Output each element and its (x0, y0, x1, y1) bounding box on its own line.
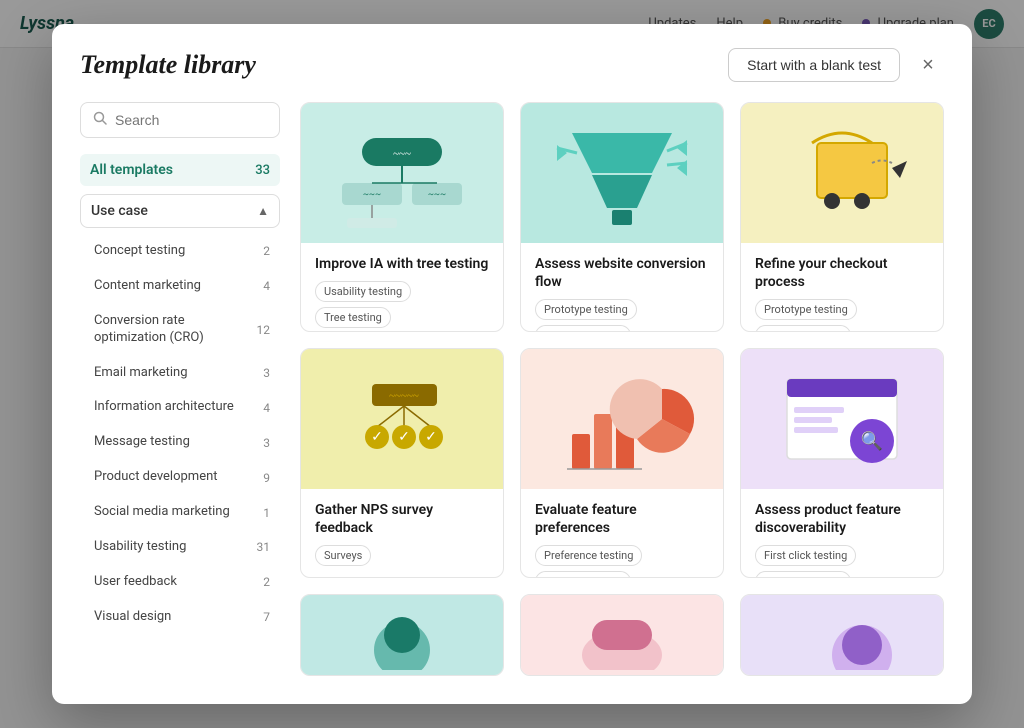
search-input[interactable] (115, 112, 267, 128)
tag-usability5: Usability testing (755, 571, 851, 578)
card-content-conversion: Assess website conversion flow Prototype… (521, 243, 723, 332)
template-card-feature-pref[interactable]: Evaluate feature preferences Preference … (520, 348, 724, 578)
card-title-improve-ia: Improve IA with tree testing (315, 255, 489, 273)
card-image-conversion (521, 103, 723, 243)
card-title-discoverability: Assess product feature discoverability (755, 501, 929, 537)
template-card-partial-1[interactable] (300, 594, 504, 676)
modal-body: All templates 33 Use case ▲ Concept test… (52, 102, 972, 704)
template-card-nps[interactable]: ~~~~~ ✓ ✓ ✓ Gather NP (300, 348, 504, 578)
use-case-label: Use case (91, 203, 148, 219)
card-image-nps: ~~~~~ ✓ ✓ ✓ (301, 349, 503, 489)
template-grid: ~~~ ~~~ ~~~ Improve (300, 102, 944, 676)
card-title-checkout: Refine your checkout process (755, 255, 929, 291)
template-card-partial-3[interactable] (740, 594, 944, 676)
modal-title: Template library (80, 50, 256, 80)
tag-prototype2: Prototype testing (755, 299, 857, 320)
modal-header: Template library Start with a blank test… (52, 24, 972, 102)
card-image-partial-3 (741, 595, 943, 675)
card-tags-feature-pref: Preference testing Usability testing (535, 545, 709, 578)
sidebar-item-product-development[interactable]: Product development 9 (80, 462, 280, 493)
card-title-feature-pref: Evaluate feature preferences (535, 501, 709, 537)
sidebar-item-conversion-rate[interactable]: Conversion rate optimization (CRO) 12 (80, 306, 280, 354)
tag-first-click: First click testing (755, 545, 856, 566)
card-tags-nps: Surveys (315, 545, 489, 566)
card-image-partial-1 (301, 595, 503, 675)
tag-tree: Tree testing (315, 307, 391, 328)
blank-test-button[interactable]: Start with a blank test (728, 48, 900, 82)
svg-text:✓: ✓ (371, 429, 383, 445)
card-content-improve-ia: Improve IA with tree testing Usability t… (301, 243, 503, 332)
sidebar: All templates 33 Use case ▲ Concept test… (80, 102, 280, 676)
sidebar-item-content-marketing[interactable]: Content marketing 4 (80, 271, 280, 302)
svg-text:✓: ✓ (425, 429, 437, 445)
card-image-improve-ia: ~~~ ~~~ ~~~ (301, 103, 503, 243)
modal-header-right: Start with a blank test × (728, 48, 944, 82)
card-title-conversion: Assess website conversion flow (535, 255, 709, 291)
search-icon (93, 111, 107, 129)
sidebar-item-message-testing[interactable]: Message testing 3 (80, 427, 280, 458)
template-card-checkout[interactable]: Refine your checkout process Prototype t… (740, 102, 944, 332)
card-content-nps: Gather NPS survey feedback Surveys (301, 489, 503, 578)
all-templates-count: 33 (255, 163, 270, 178)
card-tags-improve-ia: Usability testing Tree testing (315, 281, 489, 328)
tag-surveys: Surveys (315, 545, 371, 566)
tag-usability: Usability testing (315, 281, 411, 302)
card-tags-checkout: Prototype testing Usability testing (755, 299, 929, 332)
tag-usability3: Usability testing (755, 325, 851, 332)
svg-text:✓: ✓ (398, 429, 410, 445)
card-image-discoverability: 🔍 (741, 349, 943, 489)
tag-usability4: Usability testing (535, 571, 631, 578)
svg-text:~~~~~: ~~~~~ (389, 390, 419, 402)
card-image-checkout (741, 103, 943, 243)
all-templates-item[interactable]: All templates 33 (80, 154, 280, 186)
sidebar-item-concept-testing[interactable]: Concept testing 2 (80, 236, 280, 267)
card-content-feature-pref: Evaluate feature preferences Preference … (521, 489, 723, 578)
sidebar-item-user-feedback[interactable]: User feedback 2 (80, 567, 280, 598)
close-button[interactable]: × (912, 49, 944, 81)
template-card-improve-ia[interactable]: ~~~ ~~~ ~~~ Improve (300, 102, 504, 332)
sidebar-item-information-architecture[interactable]: Information architecture 4 (80, 392, 280, 423)
card-content-discoverability: Assess product feature discoverability F… (741, 489, 943, 578)
tag-prototype1: Prototype testing (535, 299, 637, 320)
svg-text:🔍: 🔍 (861, 429, 883, 452)
chevron-up-icon: ▲ (257, 204, 269, 218)
template-card-partial-2[interactable] (520, 594, 724, 676)
all-templates-label: All templates (90, 162, 173, 178)
search-box[interactable] (80, 102, 280, 138)
svg-text:~~~: ~~~ (393, 148, 411, 160)
card-tags-conversion: Prototype testing Usability testing (535, 299, 709, 332)
template-library-modal: Template library Start with a blank test… (52, 24, 972, 704)
template-card-conversion[interactable]: Assess website conversion flow Prototype… (520, 102, 724, 332)
modal-overlay: Template library Start with a blank test… (0, 0, 1024, 728)
sidebar-item-social-media[interactable]: Social media marketing 1 (80, 497, 280, 528)
tag-preference: Preference testing (535, 545, 642, 566)
sidebar-item-visual-design[interactable]: Visual design 7 (80, 602, 280, 633)
use-case-header[interactable]: Use case ▲ (80, 194, 280, 228)
tag-usability2: Usability testing (535, 325, 631, 332)
template-card-discoverability[interactable]: 🔍 Assess product feature discoverability… (740, 348, 944, 578)
card-image-partial-2 (521, 595, 723, 675)
card-content-checkout: Refine your checkout process Prototype t… (741, 243, 943, 332)
card-tags-discoverability: First click testing Usability testing (755, 545, 929, 578)
card-image-feature-pref (521, 349, 723, 489)
sidebar-item-usability-testing[interactable]: Usability testing 31 (80, 532, 280, 563)
card-title-nps: Gather NPS survey feedback (315, 501, 489, 537)
sidebar-item-email-marketing[interactable]: Email marketing 3 (80, 358, 280, 389)
svg-text:~~~: ~~~ (428, 190, 446, 200)
svg-text:~~~: ~~~ (363, 190, 381, 200)
